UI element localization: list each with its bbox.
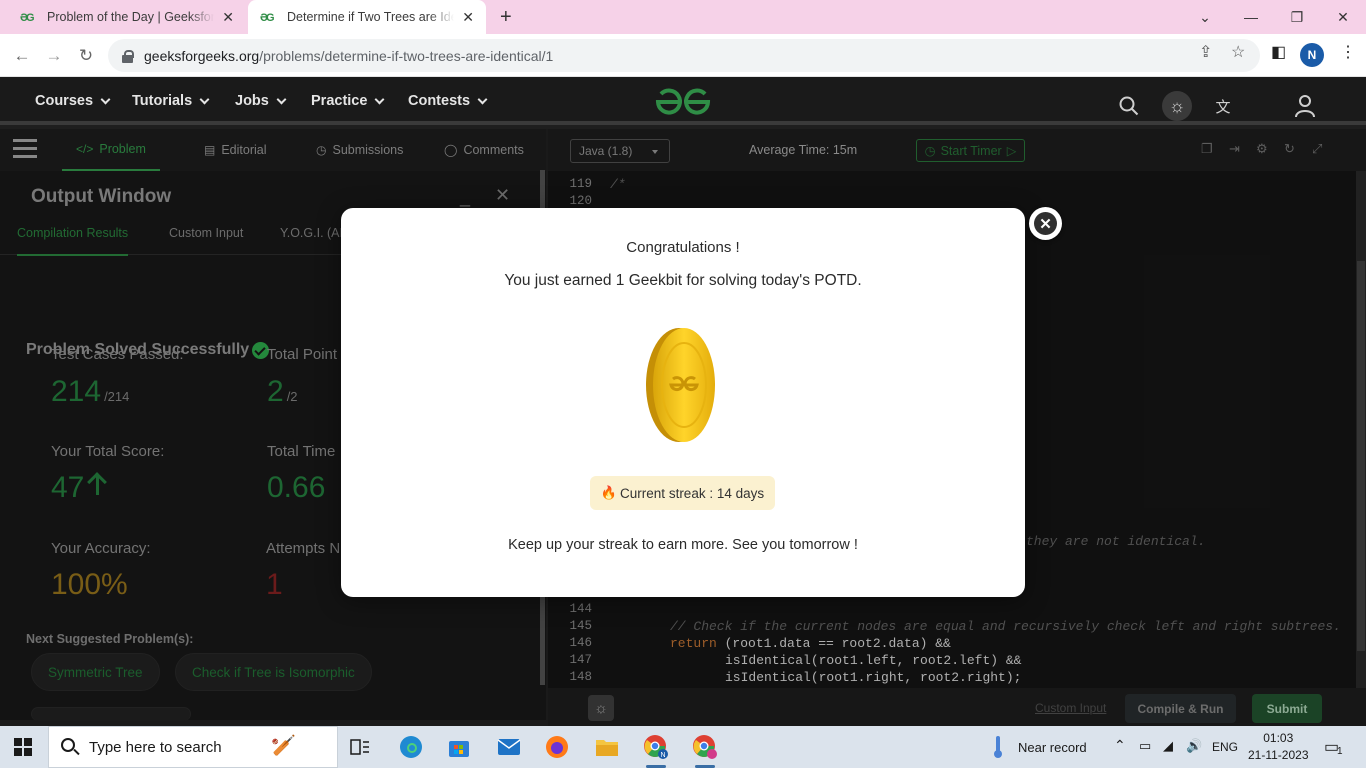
nav-menu-label: Jobs xyxy=(235,93,269,109)
close-modal-button[interactable]: ✕ xyxy=(1029,207,1062,240)
close-window-button[interactable]: ✕ xyxy=(1320,0,1366,34)
weather-text[interactable]: Near record xyxy=(1018,740,1087,755)
nav-menu-jobs[interactable]: Jobs xyxy=(235,93,287,109)
nav-menu-label: Tutorials xyxy=(132,93,193,109)
windows-taskbar: Type here to search 🏏 N Near record ⌃ ▭ … xyxy=(0,726,1366,768)
nav-menu-label: Contests xyxy=(408,93,471,109)
gfg-logo[interactable] xyxy=(652,85,714,119)
kebab-menu-icon[interactable]: ⋮ xyxy=(1340,42,1356,62)
lock-icon[interactable] xyxy=(122,49,134,63)
task-view-icon[interactable] xyxy=(344,731,376,763)
reload-button[interactable]: ↻ xyxy=(73,43,99,69)
tray-chevron-up-icon[interactable]: ⌃ xyxy=(1114,737,1126,754)
clock-time: 01:03 xyxy=(1263,731,1294,745)
restore-button[interactable]: ❐ xyxy=(1274,0,1320,34)
streak-text: Current streak : 14 days xyxy=(620,485,765,501)
chevron-down-icon xyxy=(276,94,287,104)
gfg-favicon-icon: ƏG xyxy=(20,12,35,24)
bookmark-star-icon[interactable]: ☆ xyxy=(1231,42,1245,62)
geekbit-coin-icon xyxy=(646,328,715,442)
input-language[interactable]: ENG xyxy=(1212,740,1238,754)
battery-icon[interactable]: ▭ xyxy=(1139,738,1151,754)
tab-search-chevron-icon[interactable]: ⌄ xyxy=(1182,0,1228,34)
tab-title: Determine if Two Trees are Identical xyxy=(287,10,455,24)
share-icon[interactable]: ⇪ xyxy=(1199,42,1212,62)
edge-browser-icon[interactable] xyxy=(395,731,427,763)
system-clock[interactable]: 01:03 21-11-2023 xyxy=(1248,730,1309,764)
notification-count: 1 xyxy=(1337,746,1343,757)
close-tab-icon[interactable]: ✕ xyxy=(462,9,474,26)
url-domain: geeksforgeeks.org xyxy=(144,47,260,64)
potd-congrats-modal: Congratulations ! You just earned 1 Geek… xyxy=(341,208,1025,597)
firefox-icon[interactable] xyxy=(541,731,573,763)
modal-subtitle: You just earned 1 Geekbit for solving to… xyxy=(504,272,862,289)
back-button[interactable]: ← xyxy=(9,43,35,69)
search-icon[interactable] xyxy=(1114,91,1144,121)
cricket-doodle-icon: 🏏 xyxy=(271,735,296,757)
chevron-down-icon xyxy=(199,94,210,104)
clock-date: 21-11-2023 xyxy=(1248,748,1309,762)
minimize-button[interactable]: — xyxy=(1228,0,1274,34)
thermometer-icon[interactable] xyxy=(982,731,1014,763)
tab-title: Problem of the Day | GeeksforGeeks xyxy=(47,10,215,24)
microsoft-store-icon[interactable] xyxy=(443,731,475,763)
nav-menu-label: Practice xyxy=(311,93,368,109)
chrome-profile-n-icon[interactable]: N xyxy=(640,731,672,768)
nav-menu-tutorials[interactable]: Tutorials xyxy=(132,93,210,109)
svg-text:N: N xyxy=(660,752,665,759)
profile-avatar[interactable]: N xyxy=(1300,43,1324,67)
nav-menu-contests[interactable]: Contests xyxy=(408,93,488,109)
address-bar[interactable]: geeksforgeeks.org/problems/determine-if-… xyxy=(108,39,1260,72)
translate-icon[interactable]: 文 xyxy=(1208,91,1238,121)
url-path: /problems/determine-if-two-trees-are-ide… xyxy=(259,47,554,64)
close-icon: ✕ xyxy=(1039,215,1052,233)
chrome-profile-n2-icon[interactable] xyxy=(689,731,721,768)
mail-icon[interactable] xyxy=(493,731,525,763)
chevron-down-icon xyxy=(374,94,385,104)
browser-toolbar: ← → ↻ geeksforgeeks.org/problems/determi… xyxy=(0,34,1366,77)
close-tab-icon[interactable]: ✕ xyxy=(222,9,234,26)
windows-start-icon[interactable] xyxy=(14,738,32,756)
nav-menu-label: Courses xyxy=(35,93,94,109)
nav-menu-practice[interactable]: Practice xyxy=(311,93,385,109)
search-icon xyxy=(61,738,75,752)
file-explorer-icon[interactable] xyxy=(591,731,623,763)
taskbar-search[interactable]: Type here to search 🏏 xyxy=(48,726,338,768)
user-account-icon[interactable] xyxy=(1290,91,1320,121)
browser-tab-active[interactable]: ƏG Determine if Two Trees are Identical … xyxy=(248,0,486,34)
streak-badge: 🔥 Current streak : 14 days xyxy=(590,476,775,510)
forward-button[interactable]: → xyxy=(41,43,67,69)
volume-icon[interactable]: 🔊 xyxy=(1186,738,1202,754)
wifi-icon[interactable]: ◢ xyxy=(1163,738,1173,754)
nav-menu-courses[interactable]: Courses xyxy=(35,93,111,109)
chevron-down-icon xyxy=(100,94,111,104)
new-tab-button[interactable]: + xyxy=(500,6,512,29)
modal-footer-text: Keep up your streak to earn more. See yo… xyxy=(508,537,858,553)
gfg-favicon-icon: ƏG xyxy=(260,12,275,24)
theme-toggle-sun-icon[interactable]: ☼ xyxy=(1162,91,1192,121)
modal-title: Congratulations ! xyxy=(626,239,740,256)
search-placeholder: Type here to search xyxy=(89,738,222,756)
browser-tab[interactable]: ƏG Problem of the Day | GeeksforGeeks ✕ xyxy=(8,0,246,34)
flame-icon: 🔥 xyxy=(600,485,618,500)
browser-tabstrip: ƏG Problem of the Day | GeeksforGeeks ✕ … xyxy=(0,0,1366,34)
chevron-down-icon xyxy=(477,94,488,104)
side-panel-icon[interactable]: ◧ xyxy=(1271,42,1286,62)
